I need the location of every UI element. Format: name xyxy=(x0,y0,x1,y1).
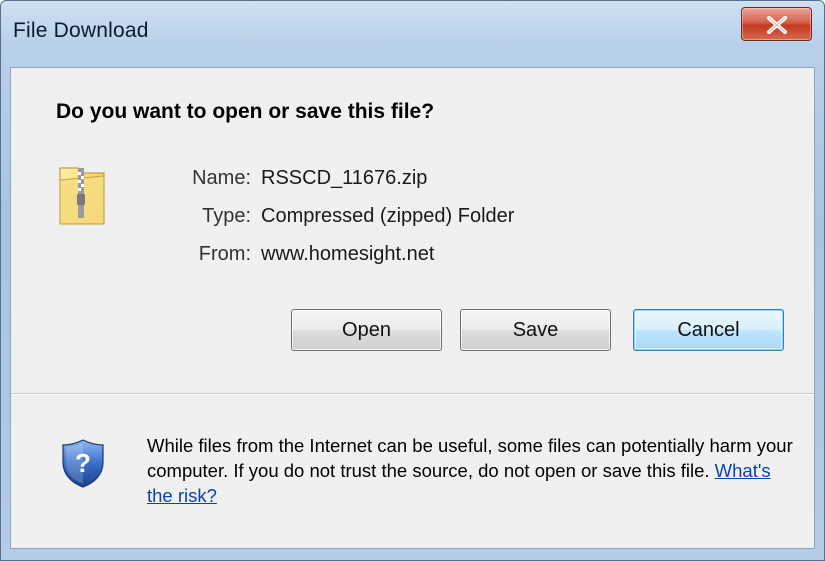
dialog-question: Do you want to open or save this file? xyxy=(56,100,435,123)
file-type-row: Type: Compressed (zipped) Folder xyxy=(161,203,514,229)
close-icon xyxy=(767,16,787,34)
cancel-button[interactable]: Cancel xyxy=(633,309,784,351)
security-shield-question-icon: ? xyxy=(62,439,104,488)
file-name-row: Name: RSSCD_11676.zip xyxy=(161,165,427,191)
window-title: File Download xyxy=(13,19,149,42)
file-name-label: Name: xyxy=(192,167,251,189)
title-bar[interactable]: File Download xyxy=(1,1,825,67)
security-warning-panel: ? While files from the Internet can be u… xyxy=(11,395,814,548)
file-source-value: www.homesight.net xyxy=(261,243,435,265)
file-type-value: Compressed (zipped) Folder xyxy=(261,205,515,227)
file-type-label: Type: xyxy=(202,205,251,227)
file-name-value: RSSCD_11676.zip xyxy=(261,167,428,189)
zip-folder-icon xyxy=(59,167,105,225)
warning-message: While files from the Internet can be use… xyxy=(147,435,793,481)
close-button[interactable] xyxy=(741,7,812,41)
save-button[interactable]: Save xyxy=(460,309,611,351)
svg-text:?: ? xyxy=(75,448,91,478)
dialog-client-area: Do you want to open or save this file? N… xyxy=(10,67,815,549)
security-warning-text: While files from the Internet can be use… xyxy=(147,433,797,508)
file-source-row: From: www.homesight.net xyxy=(161,241,435,267)
file-download-window: File Download Do you want to open or sav… xyxy=(0,0,825,561)
open-button[interactable]: Open xyxy=(291,309,442,351)
download-prompt-panel: Do you want to open or save this file? N… xyxy=(11,68,814,393)
file-source-label: From: xyxy=(198,243,251,265)
